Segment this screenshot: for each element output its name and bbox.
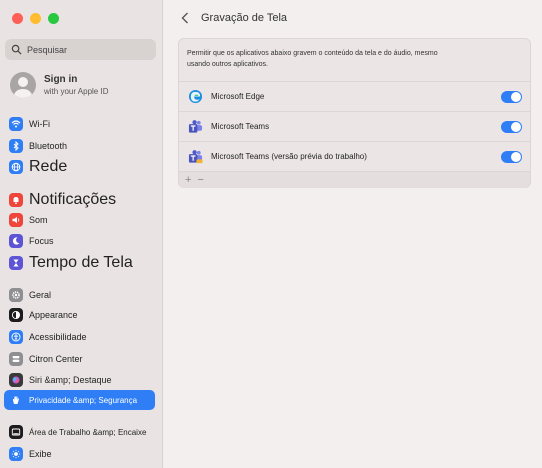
remove-button[interactable]: − <box>197 174 203 186</box>
sidebar-item-label: Focus <box>29 236 54 246</box>
account-name: Sign in <box>44 74 78 85</box>
sidebar-item-acessibilidade[interactable]: Acessibilidade <box>9 328 87 346</box>
sidebar-item-geral[interactable]: Geral <box>9 286 51 304</box>
sidebar-item-label: Siri &amp; Destaque <box>29 375 112 385</box>
apple-id-signin[interactable]: Sign in with your Apple ID <box>10 72 108 98</box>
sidebar-item-focus[interactable]: Focus <box>9 232 54 250</box>
minimize-window-button[interactable] <box>30 13 41 24</box>
globe-icon <box>9 160 23 174</box>
chevron-left-icon <box>181 12 188 24</box>
sidebar-item-label: Notificações <box>29 191 117 208</box>
list-footer: + − <box>179 171 530 188</box>
app-row-teams: Microsoft Teams <box>179 111 530 141</box>
sun-icon <box>9 447 23 461</box>
sidebar-item-label: Wi-Fi <box>29 119 50 129</box>
edge-toggle[interactable] <box>501 91 522 103</box>
teams-icon <box>187 119 203 135</box>
app-row-teams-preview: Microsoft Teams (versão prévia do trabal… <box>179 141 530 171</box>
account-subtitle: with your Apple ID <box>44 87 109 96</box>
edge-icon <box>187 89 203 105</box>
search-icon <box>11 44 22 55</box>
teams-preview-icon <box>187 149 203 165</box>
page-title: Gravação de Tela <box>201 12 288 24</box>
search-field[interactable] <box>5 39 156 60</box>
accessibility-icon <box>9 330 23 344</box>
app-name: Microsoft Edge <box>211 92 265 101</box>
sidebar-item-bluetooth[interactable]: Bluetooth <box>9 137 67 155</box>
gear-icon <box>9 288 23 302</box>
speaker-icon <box>9 213 23 227</box>
sidebar-item-area-de-trabalho[interactable]: Área de Trabalho &amp; Encaixe <box>9 423 146 441</box>
add-button[interactable]: + <box>185 174 191 186</box>
teams-toggle[interactable] <box>501 121 522 133</box>
sidebar-item-exibe[interactable]: Exibe <box>9 445 52 463</box>
sidebar-item-label: Exibe <box>29 449 52 459</box>
main-content: Gravação de Tela Permitir que os aplicat… <box>164 0 542 468</box>
sidebar-item-label: Tempo de Tela <box>29 254 133 271</box>
sidebar-item-label: Rede <box>29 158 68 175</box>
sidebar-item-label: Privacidade &amp; Segurança <box>29 395 138 405</box>
sidebar-item-rede[interactable]: Rede <box>9 158 67 176</box>
permission-description: Permitir que os aplicativos abaixo grave… <box>187 50 438 68</box>
bell-icon <box>9 193 23 207</box>
sidebar-item-label: Acessibilidade <box>29 332 87 342</box>
sidebar-item-siri[interactable]: Siri &amp; Destaque <box>9 371 112 389</box>
sidebar-item-privacidade[interactable]: Privacidade &amp; Segurança <box>4 390 155 410</box>
sidebar-item-label: Som <box>29 215 48 225</box>
sidebar-item-control-center[interactable]: Citron Center <box>9 350 83 368</box>
app-row-edge: Microsoft Edge <box>179 81 530 111</box>
app-name: Microsoft Teams <box>211 122 270 131</box>
sidebar-item-label: Área de Trabalho &amp; Encaixe <box>29 427 147 437</box>
teams-preview-toggle[interactable] <box>501 151 522 163</box>
sidebar: Sign in with your Apple ID Wi-Fi Bluetoo… <box>0 0 163 468</box>
maximize-window-button[interactable] <box>48 13 59 24</box>
siri-icon <box>9 373 23 387</box>
bluetooth-icon <box>9 139 23 153</box>
app-name: Microsoft Teams (versão prévia do trabal… <box>211 152 367 161</box>
dock-icon <box>9 425 23 439</box>
avatar <box>10 72 36 98</box>
window-controls <box>12 13 59 24</box>
sidebar-item-som[interactable]: Som <box>9 211 48 229</box>
sidebar-item-label: Bluetooth <box>29 141 68 151</box>
hourglass-icon <box>9 256 23 270</box>
close-window-button[interactable] <box>12 13 23 24</box>
screen-recording-panel: Permitir que os aplicativos abaixo grave… <box>178 38 531 188</box>
appearance-icon <box>9 308 23 322</box>
sidebar-item-label: Geral <box>29 290 52 300</box>
sidebar-item-wifi[interactable]: Wi-Fi <box>9 115 50 133</box>
sidebar-item-tempo-de-tela[interactable]: Tempo de Tela <box>9 254 133 272</box>
wifi-icon <box>9 117 23 131</box>
search-input[interactable] <box>27 44 147 55</box>
sidebar-item-appearance[interactable]: Appearance <box>9 306 78 324</box>
moon-icon <box>9 234 23 248</box>
control-center-icon <box>9 352 23 366</box>
sidebar-item-notificacoes[interactable]: Notificações <box>9 191 116 209</box>
sidebar-item-label: Citron Center <box>29 354 83 364</box>
sidebar-item-label: Appearance <box>29 310 78 320</box>
hand-icon <box>9 393 23 407</box>
back-button[interactable] <box>178 10 192 26</box>
